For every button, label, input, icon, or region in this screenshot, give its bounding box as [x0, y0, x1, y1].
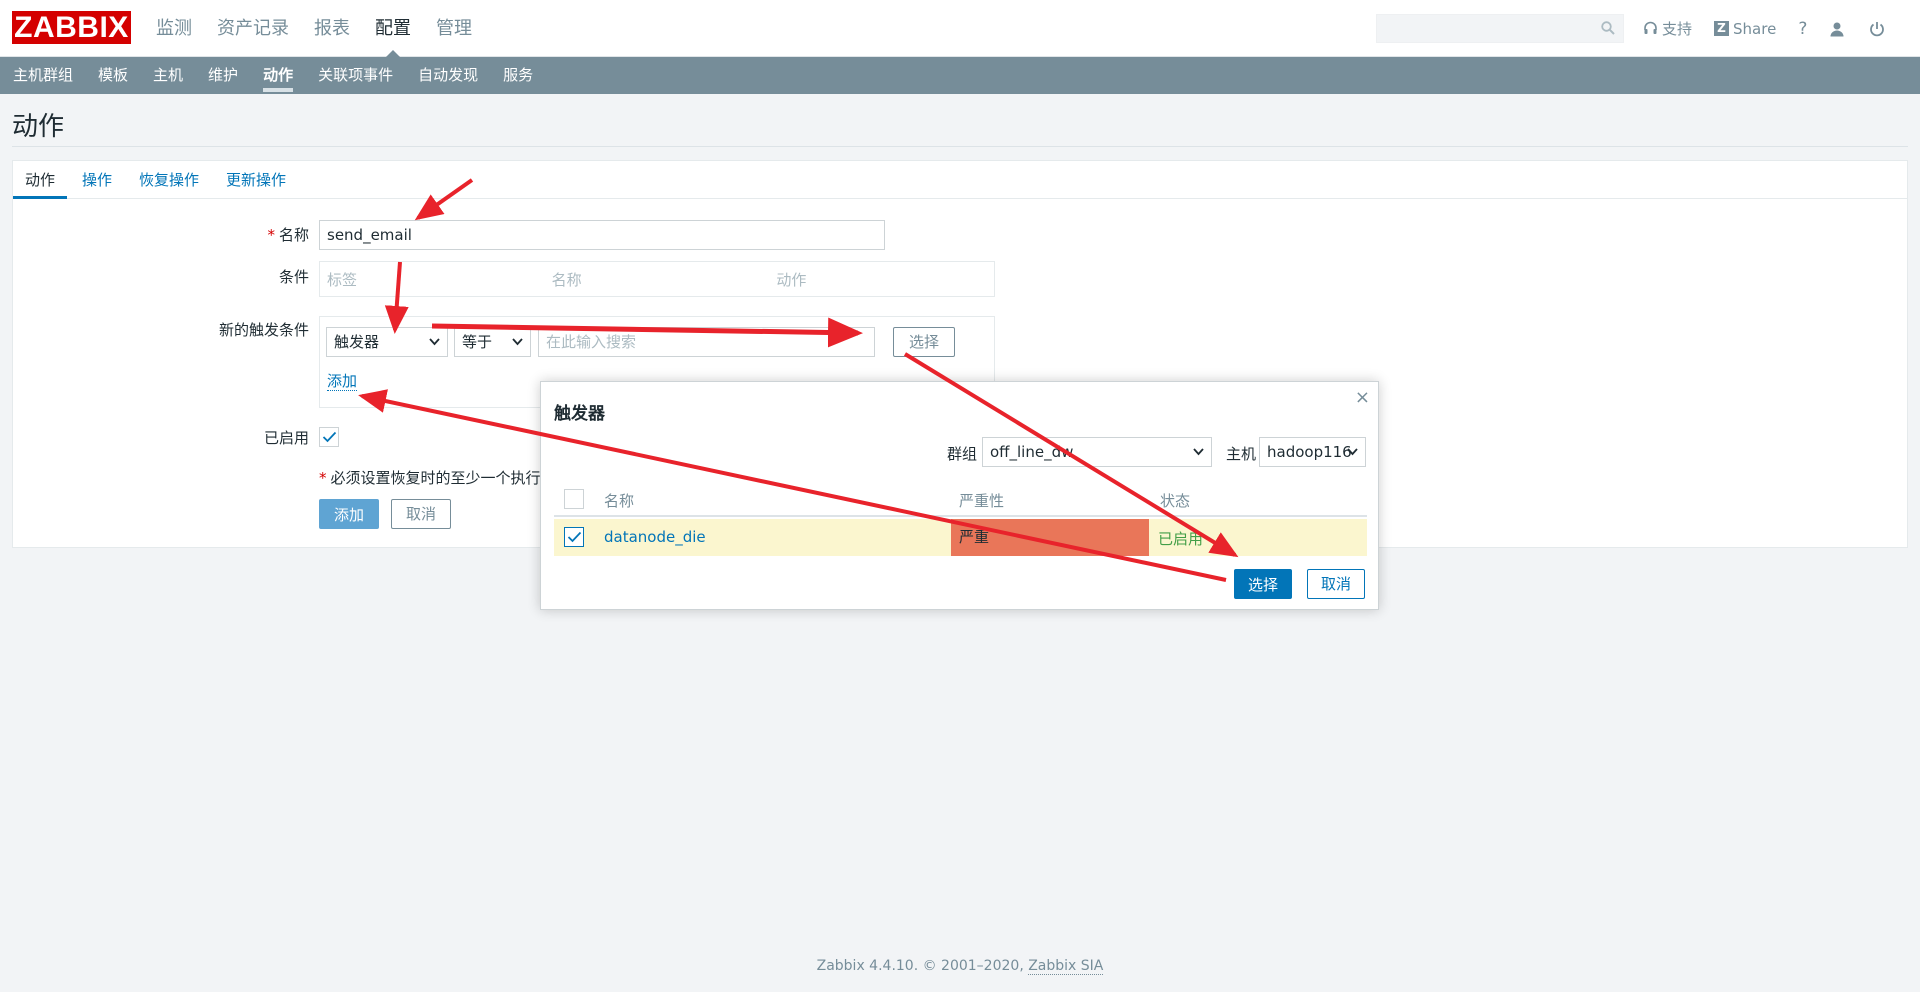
status-enabled: 已启用 — [1158, 530, 1204, 548]
dialog-select-button[interactable]: 选择 — [1234, 569, 1292, 599]
menu-configuration[interactable]: 配置 — [375, 0, 411, 57]
subnav-host-groups[interactable]: 主机群组 — [13, 57, 73, 94]
subnav-templates[interactable]: 模板 — [98, 57, 128, 94]
add-condition-link[interactable]: 添加 — [327, 372, 358, 391]
subnav-maintenance[interactable]: 维护 — [208, 57, 238, 94]
user-profile-icon[interactable] — [1829, 21, 1845, 37]
column-name[interactable]: 名称 — [604, 490, 634, 511]
search-icon[interactable] — [1601, 21, 1615, 35]
group-filter-label: 群组 — [947, 445, 978, 463]
subnav-actions[interactable]: 动作 — [263, 57, 294, 94]
column-severity[interactable]: 严重性 — [959, 490, 1004, 511]
subnav-services[interactable]: 服务 — [503, 57, 533, 94]
menu-inventory[interactable]: 资产记录 — [217, 0, 289, 57]
enabled-label: 已启用 — [263, 429, 309, 447]
trigger-name-link[interactable]: datanode_die — [604, 528, 706, 546]
tab-action[interactable]: 动作 — [13, 161, 68, 199]
global-search — [1376, 14, 1624, 43]
table-row: datanode_die 严重 已启用 — [554, 519, 1367, 556]
name-field-label: * 名称 — [13, 224, 309, 245]
menu-monitoring[interactable]: 监测 — [156, 0, 192, 57]
menu-administration[interactable]: 管理 — [436, 0, 472, 57]
chevron-down-icon — [1347, 448, 1358, 456]
note-text: 必须设置恢复时的至少一个执行 — [330, 469, 541, 487]
select-trigger-button[interactable]: 选择 — [893, 327, 955, 357]
group-filter-value: off_line_dw — [990, 443, 1074, 461]
checkmark-icon — [567, 531, 582, 543]
form-tabs: 动作 操作 恢复操作 更新操作 — [13, 161, 1907, 199]
zabbix-logo[interactable]: ZABBIX — [12, 11, 131, 44]
tab-update-operations[interactable]: 更新操作 — [214, 161, 298, 198]
operator-value: 等于 — [462, 333, 493, 351]
conditions-col-label: 标签 — [327, 270, 358, 289]
conditions-col-name: 名称 — [551, 270, 582, 289]
headset-icon — [1644, 21, 1657, 34]
row-checkbox[interactable] — [564, 527, 584, 547]
required-marker: * — [319, 469, 327, 487]
condition-type-select[interactable]: 触发器 — [326, 327, 448, 357]
sign-out-icon[interactable] — [1869, 21, 1885, 37]
support-link[interactable]: 支持 — [1643, 18, 1692, 39]
name-label-text: 名称 — [278, 226, 309, 244]
sub-navigation: 主机群组 模板 主机 维护 动作 关联项事件 自动发现 服务 — [0, 57, 1920, 94]
share-label: Share — [1733, 19, 1777, 38]
trigger-table-header: 名称 严重性 状态 — [554, 481, 1367, 517]
subnav-discovery[interactable]: 自动发现 — [418, 57, 478, 94]
subnav-hosts[interactable]: 主机 — [153, 57, 183, 94]
chevron-down-icon — [1193, 448, 1204, 456]
cancel-action-button[interactable]: 取消 — [391, 499, 451, 529]
add-action-button[interactable]: 添加 — [319, 499, 379, 529]
menu-reports[interactable]: 报表 — [314, 0, 350, 57]
page-title: 动作 — [12, 112, 65, 142]
copyright-text: Zabbix 4.4.10. © 2001–2020, — [816, 958, 1024, 974]
dialog-title: 触发器 — [554, 404, 605, 424]
host-filter-value: hadoop116 — [1267, 443, 1352, 461]
close-icon[interactable]: × — [1355, 387, 1370, 408]
search-input[interactable] — [1377, 15, 1587, 42]
column-status[interactable]: 状态 — [1160, 490, 1190, 511]
enabled-checkbox[interactable] — [319, 427, 339, 447]
host-filter-label: 主机 — [1226, 445, 1257, 463]
share-icon: Z — [1714, 21, 1730, 36]
action-name-input[interactable] — [319, 220, 885, 250]
top-header: ZABBIX 监测 资产记录 报表 配置 管理 支持 Z Share ? — [0, 0, 1920, 57]
condition-type-value: 触发器 — [334, 333, 380, 351]
group-filter-select[interactable]: off_line_dw — [982, 437, 1212, 467]
trigger-picker-dialog: 触发器 × 群组 off_line_dw 主机 hadoop116 名称 严重性… — [540, 381, 1379, 610]
checkmark-icon — [322, 431, 337, 443]
dialog-cancel-button[interactable]: 取消 — [1307, 569, 1365, 599]
subnav-event-correlation[interactable]: 关联项事件 — [318, 57, 393, 94]
zabbix-sia-link[interactable]: Zabbix SIA — [1028, 958, 1104, 975]
tab-recovery-operations[interactable]: 恢复操作 — [127, 161, 211, 198]
conditions-col-action: 动作 — [776, 270, 807, 289]
required-marker: * — [267, 226, 275, 244]
page-footer: Zabbix 4.4.10. © 2001–2020, Zabbix SIA — [0, 958, 1920, 975]
header-tools: 支持 Z Share ? — [1643, 0, 1909, 57]
new-condition-label: 新的触发条件 — [218, 321, 309, 339]
share-link[interactable]: Z Share — [1714, 20, 1776, 38]
title-divider — [12, 146, 1908, 147]
chevron-down-icon — [512, 338, 523, 346]
severity-badge: 严重 — [951, 519, 1149, 556]
trigger-search-input[interactable]: 在此输入搜索 — [538, 327, 875, 357]
main-menu: 监测 资产记录 报表 配置 管理 — [156, 0, 497, 57]
conditions-table: 标签 名称 动作 — [319, 261, 995, 297]
tab-operations[interactable]: 操作 — [70, 161, 124, 198]
recovery-note: * 必须设置恢复时的至少一个执行 — [319, 467, 541, 488]
host-filter-select[interactable]: hadoop116 — [1259, 437, 1366, 467]
help-icon[interactable]: ? — [1798, 19, 1807, 39]
select-all-checkbox[interactable] — [564, 489, 584, 509]
support-label: 支持 — [1662, 20, 1693, 38]
operator-select[interactable]: 等于 — [454, 327, 531, 357]
conditions-label: 条件 — [278, 268, 309, 286]
chevron-down-icon — [429, 338, 440, 346]
